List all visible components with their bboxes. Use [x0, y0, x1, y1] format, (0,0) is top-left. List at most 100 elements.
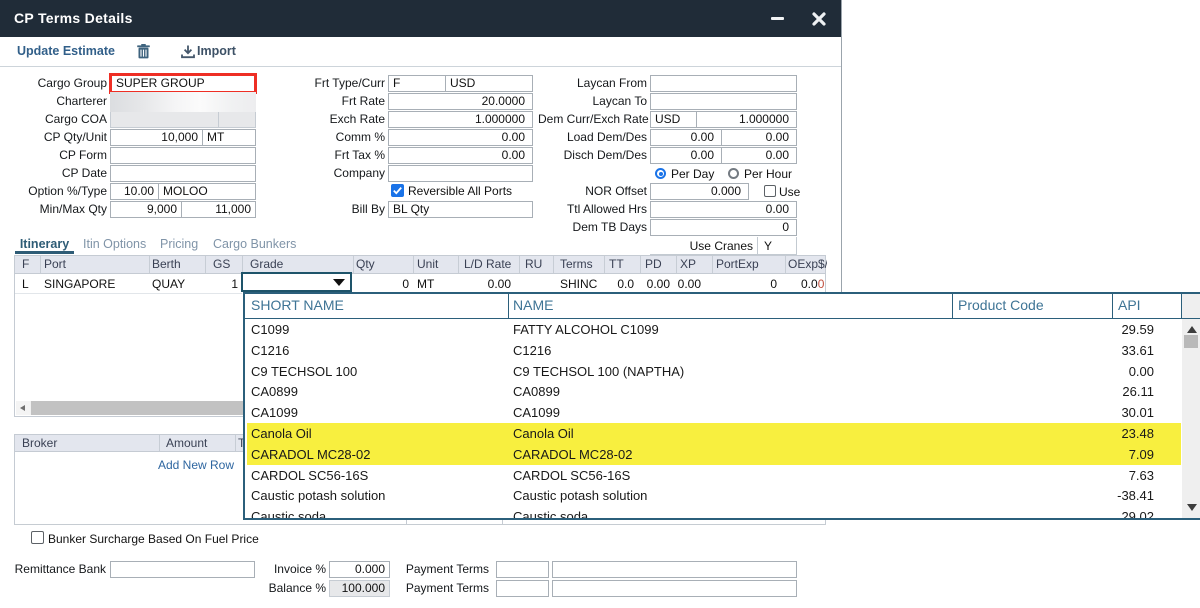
- grid-col-berth[interactable]: Berth: [152, 256, 205, 273]
- grid-col-port[interactable]: Port: [44, 256, 149, 273]
- itinerary-cell-portexp[interactable]: 0: [712, 274, 777, 294]
- grid-col-terms[interactable]: Terms: [560, 256, 604, 273]
- dropdown-row-cardol-sc56-16s[interactable]: CARDOL SC56-16SCARDOL SC56-16S7.63: [247, 465, 1181, 486]
- dropdown-row-caradol-mc28-02[interactable]: CARADOL MC28-02CARADOL MC28-027.09: [247, 444, 1181, 465]
- itinerary-cell-oexpt[interactable]: 0.00: [801, 274, 824, 294]
- minimize-button[interactable]: [766, 0, 790, 37]
- cp_date-input[interactable]: [110, 165, 256, 182]
- itinerary-cell-qty[interactable]: 0: [353, 274, 409, 294]
- cp_qty_unit-input-1[interactable]: 10,000: [110, 129, 203, 146]
- min_max_qty-input-2[interactable]: 11,000: [181, 201, 256, 218]
- scroll-left-button[interactable]: [16, 401, 30, 415]
- invoice_pct-input[interactable]: 0.000: [329, 561, 390, 578]
- load_dem_des-input-2[interactable]: 0.00: [721, 129, 797, 146]
- comm_pct-input[interactable]: 0.00: [388, 129, 533, 146]
- per-day-radio[interactable]: [655, 168, 666, 179]
- dropdown-col-short-name[interactable]: SHORT NAME: [251, 297, 344, 313]
- dropdown-row-caustic-potash-solution[interactable]: Caustic potash solutionCaustic potash so…: [247, 485, 1181, 506]
- update-estimate-button[interactable]: Update Estimate: [17, 44, 115, 58]
- itinerary-cell-pd[interactable]: 0.00: [640, 274, 670, 294]
- scroll-down-icon[interactable]: [1187, 504, 1197, 511]
- tab-cargo-bunkers[interactable]: Cargo Bunkers: [213, 236, 296, 252]
- tab-pricing[interactable]: Pricing: [160, 236, 198, 252]
- laycan_to-input[interactable]: [650, 93, 797, 110]
- itinerary-cell-unit[interactable]: MT: [417, 274, 458, 294]
- payment_terms_1-input-1[interactable]: [496, 561, 549, 578]
- dropdown-row-ca0899[interactable]: CA0899CA089926.11: [247, 381, 1181, 402]
- close-button[interactable]: [806, 0, 832, 37]
- delete-button[interactable]: [135, 41, 153, 63]
- broker-col-amount[interactable]: Amount: [166, 435, 235, 451]
- payment_terms_2-input-2[interactable]: [552, 580, 797, 597]
- disch_dem_des-input-1[interactable]: 0.00: [650, 147, 722, 164]
- tab-itin-options[interactable]: Itin Options: [83, 236, 146, 252]
- balance_pct-input[interactable]: 100.000: [329, 580, 390, 597]
- scroll-up-icon[interactable]: [1187, 326, 1197, 333]
- bill_by-input[interactable]: BL Qty: [388, 201, 533, 218]
- grid-col-pd[interactable]: PD: [645, 256, 676, 273]
- dropdown-arrow-icon[interactable]: [333, 279, 345, 286]
- nor-use-checkbox[interactable]: [764, 185, 776, 197]
- nor_offset-input[interactable]: 0.000: [650, 183, 749, 200]
- itinerary-cell-ldrate[interactable]: 0.00: [458, 274, 511, 294]
- laycan_from-input[interactable]: [650, 75, 797, 92]
- option_pct_type-input-2[interactable]: MOLOO: [158, 183, 256, 200]
- dropdown-col-api[interactable]: API: [1118, 297, 1141, 313]
- tab-itinerary[interactable]: Itinerary: [15, 236, 74, 252]
- dropdown-col-product-code[interactable]: Product Code: [958, 297, 1044, 313]
- grid-col-portexp[interactable]: PortExp: [716, 256, 785, 273]
- dropdown-col-name[interactable]: NAME: [513, 297, 553, 313]
- frt_type_curr-input-2[interactable]: USD: [445, 75, 533, 92]
- dem_curr_exch-input-1[interactable]: USD: [650, 111, 697, 128]
- dropdown-scroll-thumb[interactable]: [1184, 335, 1198, 348]
- payment_terms_1-input-2[interactable]: [552, 561, 797, 578]
- frt_type_curr-input-1[interactable]: F: [388, 75, 446, 92]
- use-cranes-value[interactable]: Y: [764, 239, 772, 253]
- remittance_bank-input[interactable]: [110, 561, 255, 578]
- dropdown-row-caustic-soda[interactable]: Caustic sodaCaustic soda29.02: [247, 506, 1181, 518]
- grid-col-oexpt[interactable]: OExp$/t: [788, 256, 827, 273]
- import-button[interactable]: Import: [180, 41, 236, 63]
- itinerary-cell-berth[interactable]: QUAY: [152, 274, 205, 294]
- grid-col-qty[interactable]: Qty: [356, 256, 413, 273]
- broker-col-broker[interactable]: Broker: [22, 435, 159, 451]
- grid-col-grade[interactable]: Grade: [250, 256, 353, 273]
- itinerary-cell-f[interactable]: L: [22, 274, 40, 294]
- ttl_allowed_hrs-input[interactable]: 0.00: [650, 201, 797, 218]
- option_pct_type-input-1[interactable]: 10.00: [110, 183, 159, 200]
- reversible-all-ports-checkbox[interactable]: [391, 184, 404, 197]
- dem_curr_exch-input-2[interactable]: 1.000000: [696, 111, 797, 128]
- min_max_qty-input-1[interactable]: 9,000: [110, 201, 182, 218]
- dropdown-row-c9-techsol-100[interactable]: C9 TECHSOL 100C9 TECHSOL 100 (NAPTHA)0.0…: [247, 361, 1181, 382]
- cp_form-input[interactable]: [110, 147, 256, 164]
- dropdown-row-ca1099[interactable]: CA1099CA109930.01: [247, 402, 1181, 423]
- dropdown-v-scrollbar[interactable]: [1182, 319, 1200, 518]
- itinerary-cell-terms[interactable]: SHINC: [560, 274, 604, 294]
- payment_terms_2-input-1[interactable]: [496, 580, 549, 597]
- grid-col-ldrate[interactable]: L/D Rate: [464, 256, 519, 273]
- grid-col-f[interactable]: F: [22, 256, 40, 273]
- load_dem_des-input-1[interactable]: 0.00: [650, 129, 722, 146]
- bunker-surcharge-checkbox[interactable]: [31, 531, 44, 544]
- grid-col-unit[interactable]: Unit: [417, 256, 458, 273]
- grade-cell-editor[interactable]: [241, 272, 352, 292]
- dem_tb_days-input[interactable]: 0: [650, 219, 797, 236]
- cargo_group-input[interactable]: SUPER GROUP: [109, 73, 257, 94]
- itinerary-cell-port[interactable]: SINGAPORE: [44, 274, 149, 294]
- dropdown-row-c1099[interactable]: C1099FATTY ALCOHOL C109929.59: [247, 319, 1181, 340]
- grid-col-xp[interactable]: XP: [680, 256, 712, 273]
- cp_qty_unit-input-2[interactable]: MT: [202, 129, 256, 146]
- grid-col-ru[interactable]: RU: [525, 256, 553, 273]
- grid-col-gs[interactable]: GS: [213, 256, 242, 273]
- frt_tax_pct-input[interactable]: 0.00: [388, 147, 533, 164]
- itinerary-cell-gs[interactable]: 1: [205, 274, 238, 294]
- disch_dem_des-input-2[interactable]: 0.00: [721, 147, 797, 164]
- per-hour-radio[interactable]: [728, 168, 739, 179]
- add-new-row-link[interactable]: Add New Row: [151, 458, 241, 472]
- itinerary-cell-tt[interactable]: 0.0: [604, 274, 634, 294]
- cargo_coa-input-2[interactable]: [218, 111, 256, 128]
- frt_rate-input[interactable]: 20.0000: [388, 93, 533, 110]
- itinerary-cell-xp[interactable]: 0.00: [676, 274, 701, 294]
- cargo_coa-input-1[interactable]: [110, 111, 219, 128]
- dropdown-row-c1216[interactable]: C1216C121633.61: [247, 340, 1181, 361]
